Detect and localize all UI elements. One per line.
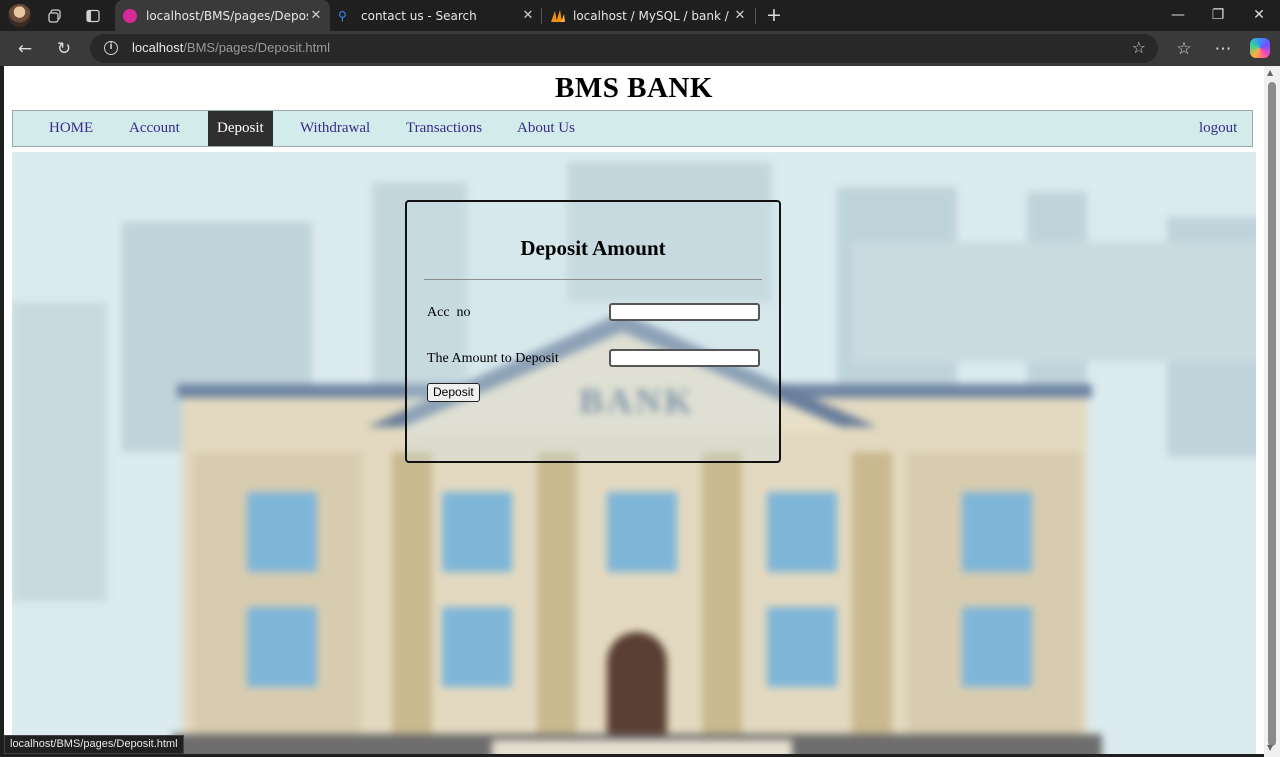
tab-separator bbox=[755, 8, 756, 24]
acc-no-input[interactable] bbox=[609, 303, 760, 321]
nav-home[interactable]: HOME bbox=[40, 111, 102, 146]
restore-icon[interactable]: ❐ bbox=[1207, 5, 1229, 25]
page-scrollbar[interactable]: ▲ ▼ bbox=[1264, 66, 1280, 757]
logout-link[interactable]: logout bbox=[1190, 111, 1246, 146]
tab-title: contact us - Search bbox=[361, 8, 477, 23]
scrollbar-thumb[interactable] bbox=[1268, 82, 1276, 746]
amount-input[interactable] bbox=[609, 349, 760, 367]
nav-account[interactable]: Account bbox=[120, 111, 189, 146]
vertical-tabs-icon[interactable] bbox=[82, 5, 104, 27]
tab-deposit[interactable]: localhost/BMS/pages/Deposit.html ✕ bbox=[115, 0, 330, 31]
site-info-icon[interactable]: i bbox=[104, 41, 118, 55]
close-icon[interactable]: ✕ bbox=[520, 8, 536, 23]
main-navbar: HOME Account Deposit Withdrawal Transact… bbox=[12, 110, 1253, 147]
page-viewport: BMS BANK HOME Account Deposit Withdrawal… bbox=[4, 66, 1264, 754]
more-menu-icon[interactable]: ⋯ bbox=[1212, 38, 1234, 60]
amount-label: The Amount to Deposit bbox=[427, 351, 559, 366]
tab-title: localhost/BMS/pages/Deposit.html bbox=[146, 8, 308, 23]
tab-search[interactable]: ⚲ contact us - Search ✕ bbox=[330, 0, 542, 31]
close-window-icon[interactable]: ✕ bbox=[1248, 5, 1270, 25]
new-tab-button[interactable]: + bbox=[763, 5, 785, 25]
status-bar-url: localhost/BMS/pages/Deposit.html bbox=[4, 735, 184, 754]
search-favicon-icon: ⚲ bbox=[338, 8, 347, 23]
profile-avatar[interactable] bbox=[8, 4, 31, 27]
nav-about-us[interactable]: About Us bbox=[508, 111, 584, 146]
scroll-up-icon[interactable]: ▲ bbox=[1267, 68, 1273, 77]
favorites-icon[interactable]: ☆ bbox=[1173, 38, 1195, 60]
browser-toolbar: ← ↻ i localhost/BMS/pages/Deposit.html ☆… bbox=[0, 31, 1280, 66]
minimize-icon[interactable]: — bbox=[1167, 5, 1189, 25]
back-icon[interactable]: ← bbox=[14, 38, 36, 60]
address-bar[interactable]: i localhost/BMS/pages/Deposit.html ☆ bbox=[90, 34, 1158, 63]
tab-title: localhost / MySQL / bank / queries bbox=[573, 8, 732, 23]
scroll-down-icon[interactable]: ▼ bbox=[1267, 743, 1273, 752]
close-icon[interactable]: ✕ bbox=[308, 8, 324, 23]
form-divider bbox=[424, 279, 762, 280]
acc-no-label: Acc no bbox=[427, 305, 471, 320]
tab-favicon bbox=[123, 8, 137, 23]
nav-withdrawal[interactable]: Withdrawal bbox=[291, 111, 379, 146]
tab-phpmyadmin[interactable]: localhost / MySQL / bank / queries ✕ bbox=[542, 0, 754, 31]
deposit-submit-button[interactable]: Deposit bbox=[427, 383, 480, 402]
address-url: localhost/BMS/pages/Deposit.html bbox=[132, 40, 330, 55]
workspaces-icon[interactable] bbox=[44, 5, 66, 27]
phpmyadmin-favicon-icon bbox=[550, 9, 565, 23]
close-icon[interactable]: ✕ bbox=[732, 8, 748, 23]
copilot-icon[interactable] bbox=[1250, 38, 1270, 58]
favorite-star-icon[interactable]: ☆ bbox=[1132, 38, 1146, 57]
form-title: Deposit Amount bbox=[520, 236, 666, 260]
nav-transactions[interactable]: Transactions bbox=[397, 111, 491, 146]
refresh-icon[interactable]: ↻ bbox=[53, 38, 75, 60]
nav-deposit[interactable]: Deposit bbox=[208, 111, 273, 146]
browser-tab-bar: localhost/BMS/pages/Deposit.html ✕ ⚲ con… bbox=[0, 0, 1280, 31]
site-title: BMS BANK bbox=[555, 72, 713, 104]
deposit-form: Deposit Amount Acc no The Amount to Depo… bbox=[405, 200, 781, 463]
